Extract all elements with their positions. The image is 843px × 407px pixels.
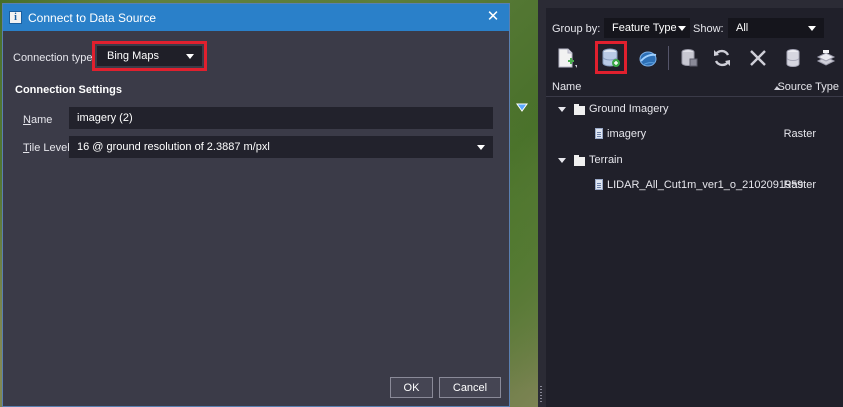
chevron-down-icon: [477, 145, 485, 150]
export-icon: [816, 50, 836, 66]
tree-group-ground-imagery[interactable]: Ground Imagery: [546, 99, 843, 119]
panel-splitter[interactable]: [538, 0, 546, 407]
tree-item-imagery[interactable]: imagery Raster: [546, 124, 843, 144]
store-icon: [786, 49, 800, 68]
chevron-down-icon: [808, 26, 816, 31]
export-button[interactable]: [814, 46, 838, 70]
group-by-dropdown[interactable]: Feature Type: [604, 18, 690, 38]
refresh-button[interactable]: [710, 46, 734, 70]
remove-button[interactable]: [746, 46, 770, 70]
tree-item-label: LIDAR_All_Cut1m_ver1_o_2102091959: [607, 179, 804, 191]
connection-settings-heading: Connection Settings: [15, 84, 122, 96]
name-input[interactable]: [69, 107, 493, 129]
show-value: All: [736, 22, 749, 34]
show-dropdown[interactable]: All: [728, 18, 824, 38]
toolbar-separator: [668, 46, 669, 70]
cancel-button[interactable]: Cancel: [439, 377, 501, 398]
tile-level-value: 16 @ ground resolution of 2.3887 m/pxl: [77, 141, 270, 153]
list-header: Name Source Type: [546, 78, 843, 97]
connection-type-dropdown[interactable]: Bing Maps: [97, 46, 202, 66]
tile-level-label: Tile Level: [23, 142, 70, 154]
column-header-name[interactable]: Name: [552, 81, 581, 93]
group-by-label: Group by:: [552, 23, 601, 35]
expand-triangle-icon[interactable]: [558, 158, 566, 163]
tree-group-label: Terrain: [589, 154, 623, 166]
folder-icon: [574, 104, 585, 115]
database-icon: [681, 49, 698, 67]
new-layer-button[interactable]: [554, 46, 578, 70]
splitter-grip[interactable]: [540, 386, 542, 404]
connection-type-highlight: Bing Maps: [92, 41, 207, 71]
dialog-title-bar[interactable]: i Connect to Data Source ✕: [3, 4, 509, 31]
connect-data-source-dialog: i Connect to Data Source ✕ Connection ty…: [2, 3, 510, 407]
ok-button[interactable]: OK: [390, 377, 433, 398]
group-by-value: Feature Type: [612, 22, 677, 34]
web-service-icon: [639, 51, 657, 67]
remove-icon: [750, 50, 766, 66]
close-icon[interactable]: ✕: [485, 9, 501, 25]
document-icon: [595, 179, 603, 190]
tree-item-lidar[interactable]: LIDAR_All_Cut1m_ver1_o_2102091959 Raster: [546, 175, 843, 195]
info-icon: i: [9, 11, 22, 24]
tile-level-dropdown[interactable]: 16 @ ground resolution of 2.3887 m/pxl: [69, 136, 493, 158]
chevron-down-icon: [678, 26, 686, 31]
tree-group-label: Ground Imagery: [589, 103, 669, 115]
panel-top-strip: [546, 0, 843, 8]
tree-item-label: imagery: [607, 128, 647, 140]
database-button[interactable]: [677, 46, 701, 70]
connection-type-value: Bing Maps: [107, 50, 159, 62]
store-button[interactable]: [781, 46, 805, 70]
new-layer-icon: [558, 48, 577, 68]
expand-triangle-icon[interactable]: [558, 107, 566, 112]
tree-group-terrain[interactable]: Terrain: [546, 150, 843, 170]
folder-icon: [574, 155, 585, 166]
refresh-icon: [714, 49, 730, 67]
dialog-title: Connect to Data Source: [28, 10, 157, 25]
web-service-button[interactable]: [636, 46, 660, 70]
show-label: Show:: [693, 23, 724, 35]
name-label: Name: [23, 114, 53, 126]
connection-type-row: Connection type: Bing Maps: [13, 41, 207, 71]
connection-type-label: Connection type:: [13, 52, 96, 64]
column-header-source-type[interactable]: Source Type: [777, 81, 839, 93]
document-icon: [595, 128, 603, 139]
add-data-source-highlight: [595, 41, 627, 74]
map-marker-icon[interactable]: [516, 102, 528, 112]
tree-item-type: Raster: [783, 179, 816, 191]
tree-item-type: Raster: [783, 128, 816, 140]
project-tree-panel: Group by: Feature Type Show: All Name So…: [546, 0, 843, 407]
panel-toolbar: [546, 43, 843, 73]
chevron-down-icon: [186, 54, 194, 59]
